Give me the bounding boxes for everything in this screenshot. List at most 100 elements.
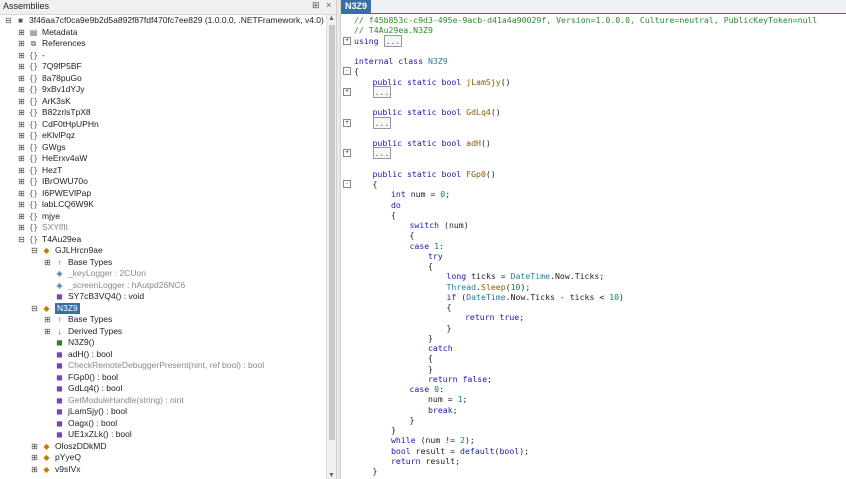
expand-icon[interactable]: ⊞ (17, 38, 26, 50)
tree-node[interactable]: ◼ SY7cB3VQ4() : void (0, 291, 326, 303)
tree-node[interactable]: ◼ N3Z9() (0, 337, 326, 349)
tree-node-label: ArK3sK (42, 95, 71, 106)
collapsed-region-box[interactable]: ... (372, 147, 392, 160)
fold-collapse-icon[interactable]: - (343, 67, 351, 76)
code-token: } (446, 322, 452, 333)
tree-node[interactable]: ⊞ ◆ v9sIVx (0, 464, 326, 476)
expand-icon[interactable]: ⊞ (17, 188, 26, 200)
code-text: break; (428, 405, 458, 415)
tree-node[interactable]: ◼ jLamSjy() : bool (0, 406, 326, 418)
code-token: if (446, 291, 462, 302)
collapse-icon[interactable]: ⊟ (4, 15, 13, 27)
tree-node[interactable]: ⊞{} CdF0tHpUPHn (0, 119, 326, 131)
tree-node[interactable]: ⊞{} 9xBv1dYJy (0, 84, 326, 96)
expand-icon[interactable]: ⊞ (17, 96, 26, 108)
expand-icon[interactable]: ⊞ (30, 464, 39, 476)
tree-node[interactable]: ⊟ ■ 3f46aa7cf0ca9e9b2d5a892f87fdf470fc7ee8… (0, 15, 326, 27)
tab-n3z9[interactable]: N3Z9 (341, 0, 372, 13)
tree-node[interactable]: ⊞ ↑ Base Types (0, 257, 326, 269)
scroll-up-icon[interactable]: ▲ (328, 15, 335, 22)
close-panel-button[interactable]: × (326, 0, 331, 10)
fold-collapse-icon[interactable]: - (343, 180, 351, 188)
expand-icon[interactable]: ⊞ (17, 199, 26, 211)
tree-node[interactable]: ⊞{} IBrOWU70o (0, 176, 326, 188)
namespace-icon: {} (28, 131, 39, 140)
tree-node[interactable]: ⊟ ◆ N3Z9 (0, 302, 326, 315)
tree-node-label: GJLHrcn9ae (55, 245, 103, 255)
expand-icon[interactable]: ⊞ (17, 153, 26, 165)
class-icon: ◆ (43, 453, 50, 462)
fold-expand-icon[interactable]: + (343, 36, 351, 45)
tree-node-label: adH() : bool (68, 348, 113, 359)
tree-node[interactable]: ◈ _keyLogger : 2CUon (0, 268, 326, 280)
tree-node[interactable]: ◼ adH() : bool (0, 349, 326, 361)
expand-icon[interactable]: ⊞ (17, 176, 26, 188)
namespace-icon: {} (28, 73, 39, 83)
tree-node[interactable]: ⊞{} eKlvlPqz (0, 130, 326, 142)
tree-node[interactable]: ⊞{} HeErxv4aW (0, 153, 326, 165)
tree-node[interactable]: ⊞{} - (0, 50, 326, 62)
expand-icon[interactable]: ⊞ (17, 84, 26, 96)
collapsed-region-box[interactable]: ... (372, 116, 392, 129)
expand-icon[interactable]: ⊞ (30, 441, 39, 453)
tree-node[interactable]: ⊞ ◆ OloszDDkMD (0, 441, 326, 453)
collapsed-region-box[interactable]: ... (383, 34, 403, 47)
expand-icon[interactable]: ⊞ (43, 257, 52, 269)
code-view[interactable]: // f45b853c-c9d3-495e-9acb-d41a4a90029f,… (341, 15, 846, 476)
collapsed-region-box[interactable]: ... (372, 85, 392, 98)
expand-icon[interactable]: ⊞ (17, 73, 26, 85)
tree-node[interactable]: ⊞{} labLCQ6W9K (0, 199, 326, 211)
tree-node[interactable]: ◼ GetModuleHandle(string) : nint (0, 395, 326, 407)
pin-icon[interactable]: ⊞ (312, 0, 320, 11)
tree-node[interactable]: ⊞{} I6PWEVlPap (0, 188, 326, 200)
tree-node[interactable]: ⊞{} B82zrlsTpX8 (0, 107, 326, 119)
fold-expand-icon[interactable]: + (343, 149, 351, 158)
tree-node[interactable]: ⊞ ↓ Derived Types (0, 326, 326, 338)
expand-icon[interactable]: ⊞ (17, 107, 26, 119)
fold-expand-icon[interactable]: + (343, 118, 351, 127)
tree-node[interactable]: ◼ CheckRemoteDebuggerPresent(nint, ref bo… (0, 360, 326, 372)
constructor-icon: ◼ (56, 338, 63, 347)
collapse-icon[interactable]: ⊟ (30, 303, 39, 315)
tree-node[interactable]: ⊞ ◆ pYyeQ (0, 452, 326, 464)
expand-icon[interactable]: ⊞ (17, 222, 26, 234)
expand-icon[interactable]: ⊞ (17, 130, 26, 142)
tree-node[interactable]: ⊞{} HezT (0, 165, 326, 177)
code-text: } (410, 415, 415, 425)
expand-icon[interactable]: ⊞ (17, 142, 26, 154)
tree-node[interactable]: ⊞{} 7Q9fP5BF (0, 61, 326, 73)
expand-icon[interactable]: ⊞ (30, 452, 39, 464)
scrollbar-thumb[interactable] (329, 25, 335, 440)
scroll-down-icon[interactable]: ▼ (328, 472, 335, 479)
tree-node[interactable]: ◼ FGp0() : bool (0, 372, 326, 384)
expand-icon[interactable]: ⊞ (43, 326, 52, 338)
fold-expand-icon[interactable]: + (343, 87, 351, 96)
tree-node[interactable]: ⊟{} T4Au29ea (0, 234, 326, 246)
code-token: } (391, 425, 396, 435)
tree-node[interactable]: ⊞{} mjye (0, 211, 326, 223)
collapse-icon[interactable]: ⊟ (17, 234, 26, 246)
expand-icon[interactable]: ⊞ (17, 119, 26, 131)
code-token: switch (409, 220, 445, 230)
collapse-icon[interactable]: ⊟ (30, 245, 39, 257)
tree-scrollbar[interactable]: ▲ ▼ (326, 15, 336, 479)
tree-node[interactable]: ⊟ ◆ GJLHrcn9ae (0, 245, 326, 257)
tree-node[interactable]: ◈ _screenLogger : hAutpd26NC6 (0, 280, 326, 292)
tree-node-label: _keyLogger : 2CUon (68, 268, 146, 278)
expand-icon[interactable]: ⊞ (17, 50, 26, 62)
tree-node[interactable]: ◼ Oagx() : bool (0, 418, 326, 430)
tree-node[interactable]: ⊞{} SXYlfIt (0, 222, 326, 234)
tree-node[interactable]: ⊞{} GWgs (0, 142, 326, 154)
tree-node[interactable]: ⊞{} 8a78puGo (0, 73, 326, 85)
expand-icon[interactable]: ⊞ (17, 211, 26, 223)
tree-node[interactable]: ⊞{} ArK3sK (0, 96, 326, 108)
tree-node[interactable]: ◼ UE1xZLk() : bool (0, 429, 326, 441)
tree-node[interactable]: ⊞ ▤ Metadata (0, 27, 326, 39)
tree-node[interactable]: ⊞ ⧉ References (0, 38, 326, 50)
expand-icon[interactable]: ⊞ (43, 314, 52, 326)
expand-icon[interactable]: ⊞ (17, 61, 26, 73)
tree-node[interactable]: ⊞ ↑ Base Types (0, 314, 326, 326)
expand-icon[interactable]: ⊞ (17, 27, 26, 39)
expand-icon[interactable]: ⊞ (17, 165, 26, 177)
tree-node[interactable]: ◼ GdLq4() : bool (0, 383, 326, 395)
